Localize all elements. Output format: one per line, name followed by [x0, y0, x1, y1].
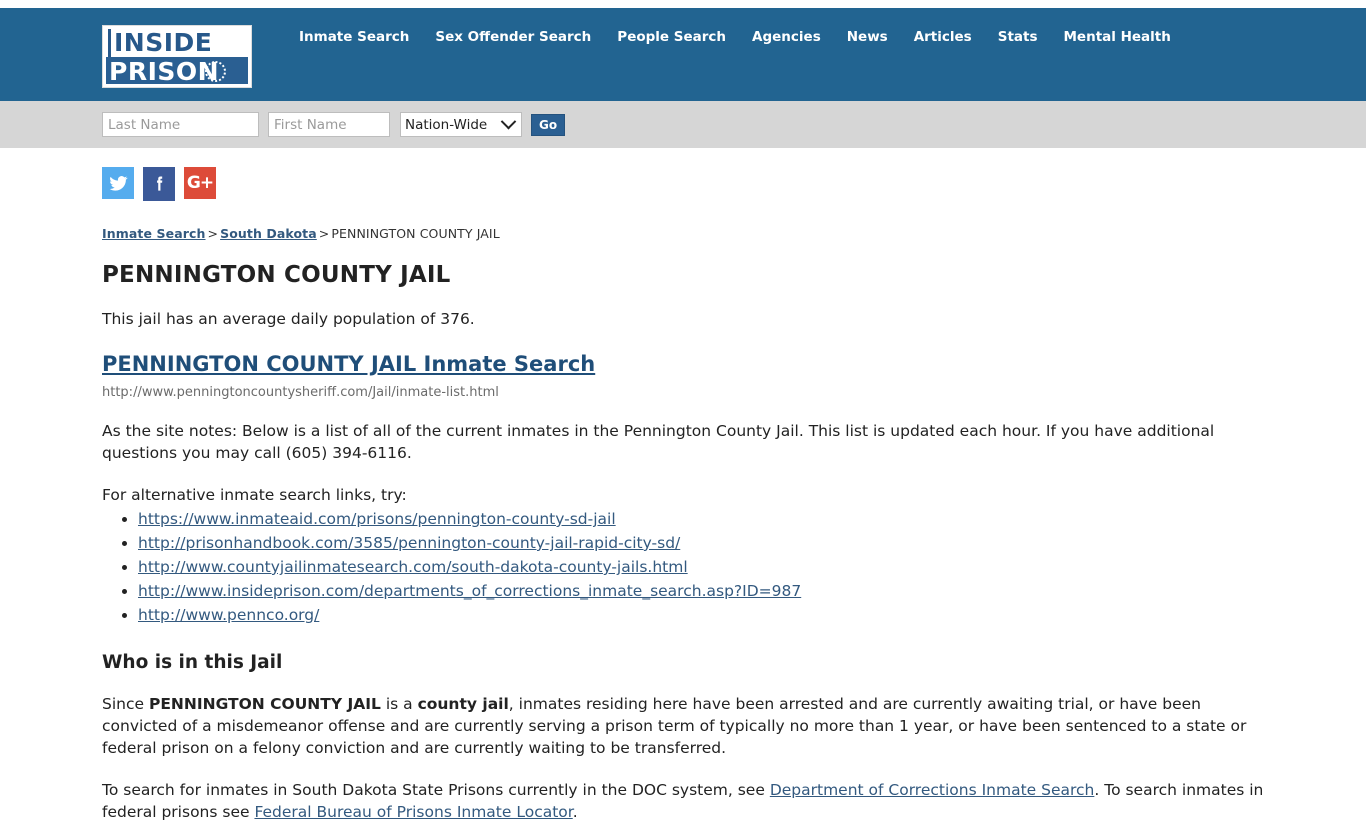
nav-item-people-search[interactable]: People Search	[604, 29, 739, 45]
nav-item-inmate-search[interactable]: Inmate Search	[286, 29, 422, 45]
list-item: http://www.countyjailinmatesearch.com/so…	[138, 557, 1270, 578]
who-text-1: Since	[102, 695, 149, 713]
breadcrumb-link-south-dakota[interactable]: South Dakota	[220, 226, 317, 241]
facebook-icon[interactable]	[143, 167, 175, 201]
alt-link-prisonhandbook[interactable]: http://prisonhandbook.com/3585/penningto…	[138, 534, 680, 552]
breadcrumb-separator-1: >	[207, 226, 219, 241]
who-jail-name: PENNINGTON COUNTY JAIL	[148, 695, 381, 713]
alternative-links-intro: For alternative inmate search links, try…	[102, 486, 407, 504]
breadcrumb-separator-2: >	[318, 226, 330, 241]
site-notes-paragraph: As the site notes: Below is a list of al…	[102, 422, 1215, 462]
nav-item-stats[interactable]: Stats	[985, 29, 1051, 45]
list-item: http://www.pennco.org/	[138, 605, 1270, 626]
alt-link-inmateaid[interactable]: https://www.inmateaid.com/prisons/pennin…	[138, 510, 616, 528]
doc-search-paragraph: To search for inmates in South Dakota St…	[102, 779, 1270, 823]
who-is-in-this-jail-paragraph: Since PENNINGTON COUNTY JAIL is a county…	[102, 693, 1270, 759]
doc-text-1: To search for inmates in South Dakota St…	[102, 781, 770, 799]
region-select-value: Nation-Wide	[405, 116, 488, 133]
list-item: http://www.insideprison.com/departments_…	[138, 581, 1270, 602]
doc-inmate-search-link[interactable]: Department of Corrections Inmate Search	[770, 781, 1095, 799]
inmate-search-heading: PENNINGTON COUNTY JAIL Inmate Search	[102, 352, 1270, 376]
population-statement: This jail has an average daily populatio…	[102, 310, 475, 328]
site-logo[interactable]: INSIDE PRISON	[102, 25, 252, 88]
google-plus-icon[interactable]: G+	[184, 167, 216, 199]
alt-link-pennco[interactable]: http://www.pennco.org/	[138, 606, 319, 624]
nav-item-agencies[interactable]: Agencies	[739, 29, 834, 45]
go-button[interactable]: Go	[531, 113, 566, 136]
nav-item-mental-health[interactable]: Mental Health	[1051, 29, 1184, 45]
last-name-input[interactable]	[102, 112, 259, 137]
who-is-in-this-jail-heading: Who is in this Jail	[102, 652, 283, 673]
breadcrumb-link-inmate-search[interactable]: Inmate Search	[102, 226, 206, 241]
top-white-strip	[0, 0, 1366, 8]
region-select[interactable]: Nation-Wide	[400, 112, 522, 137]
chevron-down-icon	[500, 113, 517, 130]
logo-circle-emblem-icon	[205, 61, 226, 82]
logo-text-inside: INSIDE	[108, 29, 248, 57]
alternative-links-list: https://www.inmateaid.com/prisons/pennin…	[102, 509, 1270, 626]
google-plus-glyph: G+	[186, 173, 214, 193]
bop-inmate-locator-link[interactable]: Federal Bureau of Prisons Inmate Locator	[254, 803, 572, 821]
social-share-row: G+	[102, 148, 1270, 201]
alt-link-countyjailinmatesearch[interactable]: http://www.countyjailinmatesearch.com/so…	[138, 558, 688, 576]
nav-item-news[interactable]: News	[834, 29, 901, 45]
list-item: https://www.inmateaid.com/prisons/pennin…	[138, 509, 1270, 530]
nav-item-sex-offender-search[interactable]: Sex Offender Search	[422, 29, 604, 45]
inmate-search-url: http://www.penningtoncountysheriff.com/J…	[102, 385, 499, 400]
logo-text-prison: PRISON	[106, 57, 248, 84]
main-navigation: Inmate Search Sex Offender Search People…	[286, 29, 1184, 45]
logo-prison-label: PRISON	[109, 57, 220, 84]
first-name-input[interactable]	[268, 112, 390, 137]
site-header: INSIDE PRISON Inmate Search Sex Offender…	[0, 8, 1366, 101]
list-item: http://prisonhandbook.com/3585/penningto…	[138, 533, 1270, 554]
who-text-2: is a	[380, 695, 418, 713]
who-jail-type: county jail	[417, 695, 509, 713]
page-content: G+ Inmate Search > South Dakota > PENNINGTON…	[0, 148, 1366, 823]
page-title: PENNINGTON COUNTY JAIL	[102, 262, 451, 288]
breadcrumb-current: PENNINGTON COUNTY JAIL	[331, 226, 500, 241]
alt-link-insideprison[interactable]: http://www.insideprison.com/departments_…	[138, 582, 801, 600]
doc-text-3: .	[572, 803, 578, 821]
quick-search-bar: Nation-Wide Go	[0, 101, 1366, 148]
inmate-search-link[interactable]: PENNINGTON COUNTY JAIL Inmate Search	[102, 352, 595, 376]
breadcrumb: Inmate Search > South Dakota > PENNINGTON CO…	[102, 226, 1270, 241]
nav-item-articles[interactable]: Articles	[901, 29, 985, 45]
twitter-icon[interactable]	[102, 167, 134, 199]
